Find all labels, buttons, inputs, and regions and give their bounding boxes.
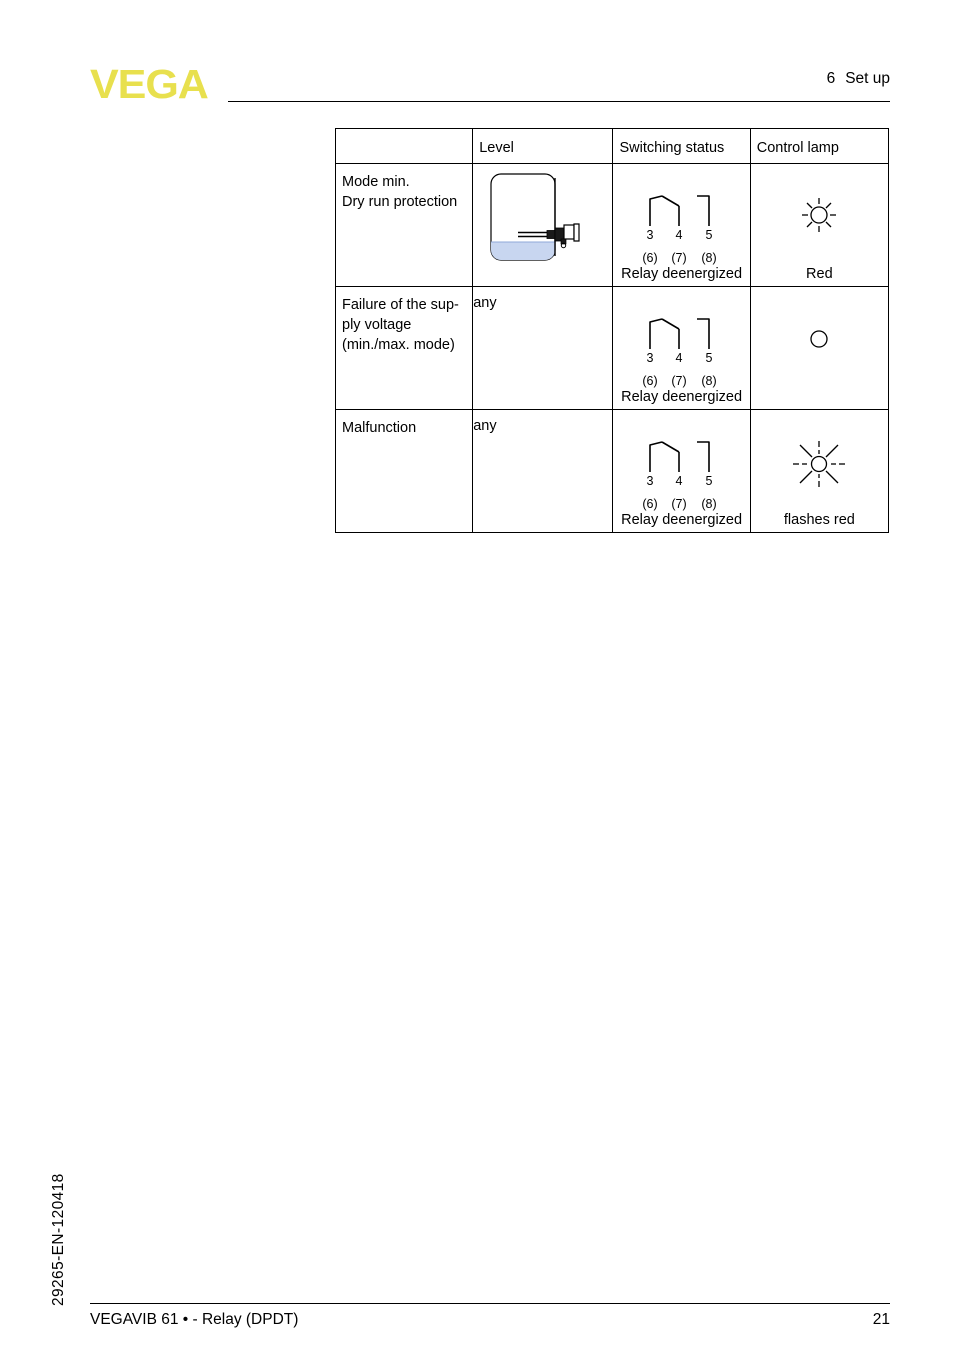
relay-contact-diagram: 3 4 5 (6) (7) (8) xyxy=(634,309,730,391)
svg-text:(7): (7) xyxy=(671,374,686,388)
svg-text:4: 4 xyxy=(675,351,682,365)
column-header-control-lamp: Control lamp xyxy=(749,128,890,164)
svg-text:5: 5 xyxy=(705,351,712,365)
condition-line: Dry run protection xyxy=(342,194,458,210)
svg-text:4: 4 xyxy=(675,228,682,242)
svg-text:5: 5 xyxy=(705,474,712,488)
svg-text:(6): (6) xyxy=(642,497,657,511)
lamp-flashing-svg xyxy=(793,441,846,487)
svg-text:(7): (7) xyxy=(671,251,686,265)
table-row: Mode min. Dry run protection 3 4 5 (6) (… xyxy=(334,163,890,287)
relay-alt-terminals-svg: (6) (7) (8) xyxy=(642,374,716,388)
vega-logo: VEGA xyxy=(90,61,209,107)
tank-diagram xyxy=(473,164,613,278)
svg-text:5: 5 xyxy=(705,228,712,242)
level-value: any xyxy=(473,418,497,434)
row-switching-status: 3 4 5 (6) (7) (8) Relay deenergized xyxy=(612,163,751,287)
row-level: any xyxy=(472,409,614,533)
svg-text:(8): (8) xyxy=(701,374,716,388)
row-switching-status: 3 4 5 (6) (7) (8) Relay deenergized xyxy=(612,286,751,410)
document-code: 29265-EN-120418 xyxy=(50,1173,67,1306)
level-value: any xyxy=(473,295,497,311)
lamp-lit-svg xyxy=(802,198,837,232)
condition-line: Malfunction xyxy=(342,420,417,436)
column-header-level: Level xyxy=(472,128,614,164)
svg-text:(6): (6) xyxy=(642,374,657,388)
svg-text:3: 3 xyxy=(646,474,653,488)
row-condition: Failure of the sup- ply voltage (min./ma… xyxy=(334,286,474,410)
header-chapter: 6 Set up xyxy=(827,70,890,88)
row-switching-status: 3 4 5 (6) (7) (8) Relay deenergized xyxy=(612,409,751,533)
column-header-switching-status: Switching status xyxy=(612,128,751,164)
relay-contact-svg: 3 4 5 xyxy=(646,441,712,488)
table-row: Malfunction any 3 4 5 (6) (7) (8) Relay … xyxy=(334,409,890,533)
svg-text:(8): (8) xyxy=(701,497,716,511)
relay-state-caption: Relay deenergized xyxy=(621,512,743,528)
footer-divider xyxy=(90,1303,890,1304)
svg-text:(6): (6) xyxy=(642,251,657,265)
tank-diagram-svg xyxy=(490,173,580,261)
lamp-flashing-icon xyxy=(788,436,850,496)
column-header-condition xyxy=(334,128,474,164)
relay-contact-svg: 3 4 5 xyxy=(646,195,712,242)
svg-text:3: 3 xyxy=(646,351,653,365)
lamp-off-icon xyxy=(792,325,846,369)
row-condition: Mode min. Dry run protection xyxy=(334,163,474,287)
chapter-number: 6 xyxy=(826,70,836,87)
condition-line: Failure of the sup- xyxy=(342,297,459,313)
page-header: VEGA 6 Set up xyxy=(90,58,890,108)
lamp-caption: flashes red xyxy=(783,512,855,528)
relay-contact-diagram: 3 4 5 (6) (7) (8) xyxy=(634,186,730,268)
relay-state-caption: Relay deenergized xyxy=(621,266,743,282)
switching-status-table: Level Switching status Control lamp Mode… xyxy=(334,128,890,533)
footer-page-number: 21 xyxy=(872,1311,890,1328)
condition-line: ply voltage xyxy=(342,317,412,333)
svg-text:3: 3 xyxy=(646,228,653,242)
condition-line: Mode min. xyxy=(342,174,410,190)
svg-text:(7): (7) xyxy=(671,497,686,511)
row-control-lamp: flashes red xyxy=(749,409,890,533)
lamp-caption: Red xyxy=(806,266,833,282)
table-header-row: Level Switching status Control lamp xyxy=(334,128,890,164)
relay-contact-diagram: 3 4 5 (6) (7) (8) xyxy=(634,432,730,514)
svg-text:4: 4 xyxy=(675,474,682,488)
row-level xyxy=(472,163,614,287)
header-divider xyxy=(228,101,890,102)
row-condition: Malfunction xyxy=(334,409,474,533)
condition-line: (min./max. mode) xyxy=(342,337,455,353)
relay-alt-terminals-svg: (6) (7) (8) xyxy=(642,497,716,511)
relay-state-caption: Relay deenergized xyxy=(621,389,743,405)
relay-contact-svg: 3 4 5 xyxy=(646,318,712,365)
table-row: Failure of the sup- ply voltage (min./ma… xyxy=(334,286,890,410)
svg-text:(8): (8) xyxy=(701,251,716,265)
relay-alt-terminals-svg: (6) (7) (8) xyxy=(642,251,716,265)
row-control-lamp: Red xyxy=(749,163,890,287)
chapter-title: Set up xyxy=(845,70,890,87)
lamp-off-svg xyxy=(810,330,829,348)
lamp-lit-icon xyxy=(792,190,846,244)
row-level: any xyxy=(472,286,614,410)
row-control-lamp xyxy=(749,286,890,410)
